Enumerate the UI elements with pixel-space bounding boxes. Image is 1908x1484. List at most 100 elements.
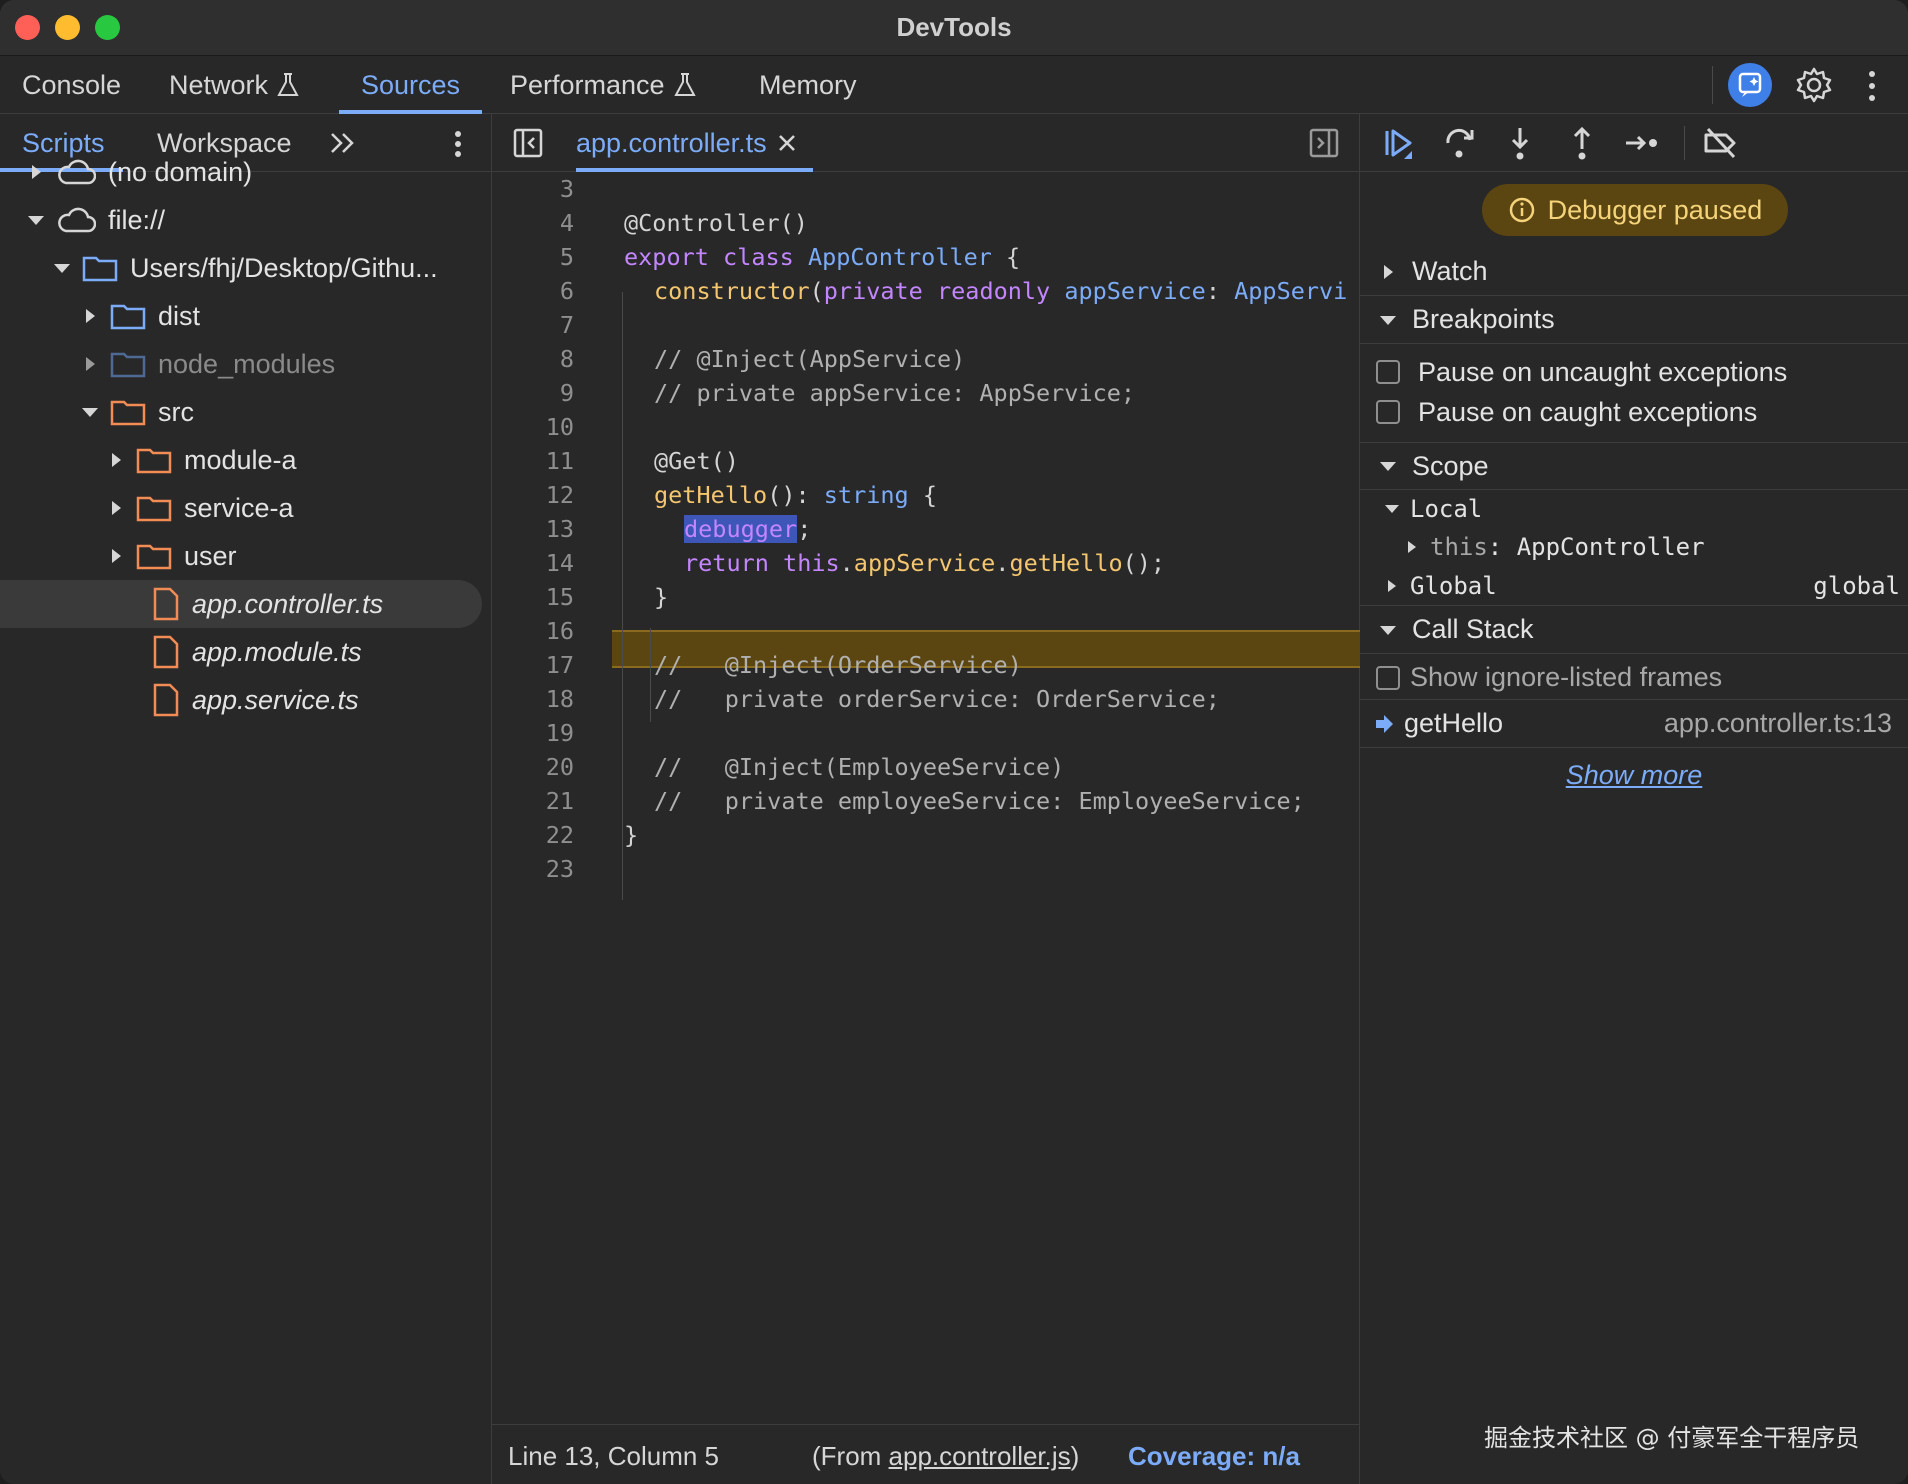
- code-text: constructor(private readonly appService:…: [654, 277, 1348, 305]
- tree-item-app-controller[interactable]: app.controller.ts: [0, 580, 482, 628]
- line-number[interactable]: 16: [492, 614, 574, 648]
- expand-triangle-icon[interactable]: [106, 450, 126, 470]
- tree-item-file-protocol[interactable]: file://: [0, 196, 482, 244]
- tree-item-users-folder[interactable]: Users/fhj/Desktop/Githu...: [0, 244, 482, 292]
- tab-console[interactable]: Console: [22, 56, 121, 114]
- tree-item-app-service[interactable]: app.service.ts: [0, 676, 482, 724]
- debugger-statement: debugger: [684, 515, 798, 543]
- collapse-triangle-icon[interactable]: [1378, 310, 1398, 330]
- expand-triangle-icon[interactable]: [80, 354, 100, 374]
- line-number[interactable]: 3: [492, 172, 574, 206]
- scope-local-label: Local: [1410, 495, 1483, 523]
- tree-item-label: file://: [108, 204, 166, 235]
- editor-file-tab[interactable]: app.controller.ts: [576, 114, 813, 172]
- cursor-position: Line 13, Column 5: [508, 1441, 720, 1471]
- code-editor: app.controller.ts 3 4 @Controller() 5 expo…: [492, 114, 1360, 1484]
- line-number[interactable]: 11: [492, 444, 574, 478]
- collapse-triangle-icon[interactable]: [52, 258, 72, 278]
- expand-triangle-icon[interactable]: [106, 546, 126, 566]
- step-icon[interactable]: [1624, 125, 1660, 161]
- collapse-triangle-icon[interactable]: [26, 210, 46, 230]
- scope-local[interactable]: Local: [1360, 490, 1908, 528]
- close-tab-icon[interactable]: [777, 133, 797, 153]
- code-line: 22}: [492, 818, 1360, 852]
- expand-triangle-icon[interactable]: [1378, 262, 1398, 282]
- step-out-icon[interactable]: [1564, 125, 1600, 161]
- tree-item-user[interactable]: user: [0, 532, 482, 580]
- tab-performance[interactable]: Performance: [510, 56, 697, 114]
- line-number[interactable]: 17: [492, 648, 574, 682]
- expand-triangle-icon[interactable]: [106, 498, 126, 518]
- line-number[interactable]: 18: [492, 682, 574, 716]
- call-frame-location: app.controller.ts:13: [1663, 708, 1892, 738]
- code-line: 20 // @Inject(EmployeeService): [492, 750, 1360, 784]
- code-text: // private employeeService: EmployeeServ…: [654, 787, 1305, 815]
- pause-uncaught-checkbox[interactable]: [1376, 360, 1400, 384]
- step-over-icon[interactable]: [1442, 125, 1478, 161]
- expand-triangle-icon[interactable]: [1404, 539, 1420, 555]
- deactivate-breakpoints-icon[interactable]: [1702, 125, 1738, 161]
- coverage-status[interactable]: Coverage: n/a: [1128, 1441, 1300, 1472]
- line-number[interactable]: 8: [492, 342, 574, 376]
- line-number[interactable]: 20: [492, 750, 574, 784]
- resume-icon[interactable]: [1382, 125, 1418, 161]
- line-number[interactable]: 14: [492, 546, 574, 580]
- scope-this[interactable]: this: AppController: [1360, 528, 1908, 566]
- tree-item-module-a[interactable]: module-a: [0, 436, 482, 484]
- tree-item-service-a[interactable]: service-a: [0, 484, 482, 532]
- pause-uncaught-option[interactable]: Pause on uncaught exceptions: [1360, 352, 1908, 392]
- line-number[interactable]: 6: [492, 274, 574, 308]
- tree-item-src[interactable]: src: [0, 388, 482, 436]
- main-tab-bar: Console Network Sources Performance Memo…: [0, 56, 1908, 114]
- line-number[interactable]: 5: [492, 240, 574, 274]
- code-text: @Get(): [654, 447, 739, 475]
- folder-icon: [136, 496, 172, 522]
- pause-caught-option[interactable]: Pause on caught exceptions: [1360, 392, 1908, 432]
- line-number[interactable]: 23: [492, 852, 574, 886]
- line-number[interactable]: 19: [492, 716, 574, 750]
- pause-caught-checkbox[interactable]: [1376, 400, 1400, 424]
- watch-section-header[interactable]: Watch: [1360, 248, 1908, 296]
- ai-assistance-button[interactable]: [1728, 63, 1772, 107]
- show-ignore-listed-checkbox[interactable]: [1376, 665, 1400, 690]
- line-number[interactable]: 21: [492, 784, 574, 818]
- expand-triangle-icon[interactable]: [26, 162, 46, 182]
- show-more-link[interactable]: Show more: [1360, 760, 1908, 791]
- collapse-triangle-icon[interactable]: [80, 402, 100, 422]
- collapse-triangle-icon[interactable]: [1378, 456, 1398, 476]
- tree-item-dist[interactable]: dist: [0, 292, 482, 340]
- toggle-debugger-icon[interactable]: [1308, 127, 1340, 159]
- toggle-navigator-icon[interactable]: [512, 127, 544, 159]
- line-number[interactable]: 7: [492, 308, 574, 342]
- scope-section-header[interactable]: Scope: [1360, 442, 1908, 490]
- collapse-triangle-icon[interactable]: [1384, 501, 1400, 517]
- show-ignore-listed-option[interactable]: Show ignore-listed frames: [1360, 656, 1908, 700]
- collapse-triangle-icon[interactable]: [1378, 620, 1398, 640]
- line-number[interactable]: 15: [492, 580, 574, 614]
- line-number[interactable]: 4: [492, 206, 574, 240]
- expand-triangle-icon[interactable]: [1384, 578, 1400, 594]
- code-line: 16: [492, 614, 1360, 648]
- tab-memory[interactable]: Memory: [759, 56, 857, 114]
- scope-global[interactable]: Global global: [1360, 566, 1908, 606]
- tab-network[interactable]: Network: [169, 56, 300, 114]
- tab-sources[interactable]: Sources: [338, 56, 483, 114]
- step-into-icon[interactable]: [1502, 125, 1538, 161]
- line-number[interactable]: 22: [492, 818, 574, 852]
- expand-triangle-icon[interactable]: [80, 306, 100, 326]
- line-number[interactable]: 12: [492, 478, 574, 512]
- line-number[interactable]: 10: [492, 410, 574, 444]
- call-stack-section-header[interactable]: Call Stack: [1360, 606, 1908, 654]
- code-area[interactable]: 3 4 @Controller() 5 export class AppContro…: [492, 172, 1360, 1384]
- more-options-icon[interactable]: [1862, 66, 1882, 106]
- scope-this-value: AppController: [1516, 533, 1705, 561]
- tree-item-app-module[interactable]: app.module.ts: [0, 628, 482, 676]
- breakpoints-section-header[interactable]: Breakpoints: [1360, 296, 1908, 344]
- source-map-link[interactable]: app.controller.js: [889, 1441, 1071, 1471]
- line-number[interactable]: 13: [492, 512, 574, 546]
- tree-item-no-domain[interactable]: (no domain): [0, 148, 482, 196]
- call-frame[interactable]: getHello app.controller.ts:13: [1360, 700, 1908, 748]
- settings-gear-icon[interactable]: [1794, 65, 1834, 105]
- tree-item-node-modules[interactable]: node_modules: [0, 340, 482, 388]
- line-number[interactable]: 9: [492, 376, 574, 410]
